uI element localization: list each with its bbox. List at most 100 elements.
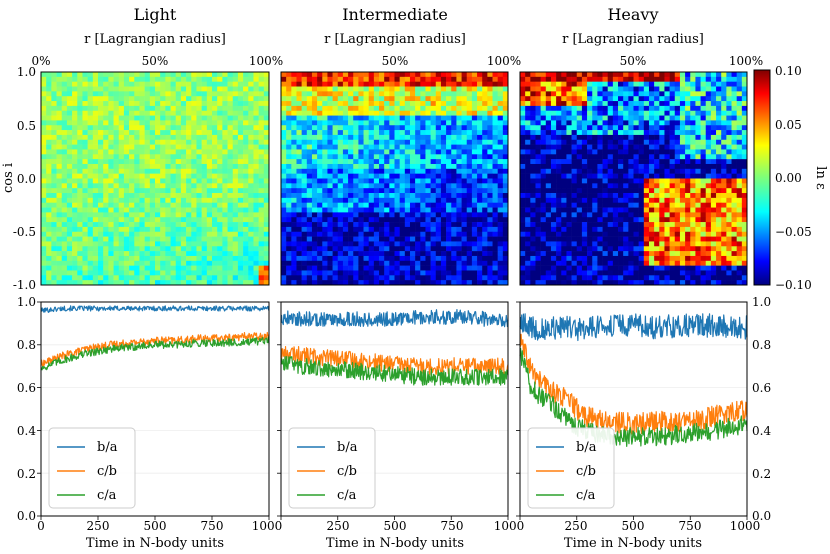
heatmap-cell xyxy=(497,144,504,150)
heatmap-cell xyxy=(191,105,197,112)
heatmap-cell xyxy=(664,130,670,136)
heatmap-cell xyxy=(306,275,313,281)
heatmap-cell xyxy=(175,72,182,78)
heatmap-cell xyxy=(175,115,182,121)
heatmap-cell xyxy=(710,72,717,78)
heatmap-cell xyxy=(206,154,213,160)
heatmap-cell xyxy=(263,183,270,189)
heatmap-cell xyxy=(482,236,488,242)
heatmap-cell xyxy=(82,105,88,112)
heatmap-cell xyxy=(263,72,270,78)
heatmap-cell xyxy=(373,183,380,189)
heatmap-cell xyxy=(409,168,416,174)
heatmap-cell xyxy=(545,101,552,107)
heatmap-cell xyxy=(258,159,265,165)
heatmap-cell xyxy=(170,173,177,179)
heatmap-cell xyxy=(741,144,748,150)
heatmap-cell xyxy=(311,188,318,194)
heatmap-cell xyxy=(263,217,270,223)
heatmap-cell xyxy=(306,91,313,97)
heatmap-cell xyxy=(206,255,213,262)
heatmap-cell xyxy=(451,139,457,145)
heatmap-cell xyxy=(180,168,187,174)
heatmap-cell xyxy=(258,72,265,78)
heatmap-cell xyxy=(61,149,68,155)
heatmap-cell xyxy=(51,101,57,107)
heatmap-cell xyxy=(461,86,468,92)
heatmap-cell xyxy=(425,251,431,257)
heatmap-cell xyxy=(118,231,125,237)
heatmap-cell xyxy=(726,125,732,131)
heatmap-cell xyxy=(263,222,270,228)
heatmap-cell xyxy=(139,183,145,189)
heatmap-cell xyxy=(103,202,109,208)
heatmap-cell xyxy=(253,183,259,189)
heatmap-cell xyxy=(487,178,493,184)
heatmap-cell xyxy=(540,86,547,92)
heatmap-cell xyxy=(311,72,318,78)
heatmap-cell xyxy=(98,222,104,228)
heatmap-cell xyxy=(535,144,541,150)
heatmap-cell xyxy=(123,193,130,199)
heatmap-cell xyxy=(301,159,308,165)
heatmap-cell xyxy=(482,188,488,194)
heatmap-cell xyxy=(222,251,228,257)
heatmap-cell xyxy=(113,178,120,184)
heatmap-cell xyxy=(550,163,557,170)
heatmap-cell xyxy=(461,212,468,218)
heatmap-cell xyxy=(550,173,557,179)
heatmap-cell xyxy=(196,81,202,87)
heatmap-cell xyxy=(222,202,228,208)
heatmap-cell xyxy=(301,231,308,237)
heatmap-cell xyxy=(550,120,557,126)
heatmap-cell xyxy=(358,101,364,107)
heatmap-cell xyxy=(108,144,114,150)
heatmap-cell xyxy=(92,212,99,218)
heatmap-cell xyxy=(103,139,109,145)
heatmap-cell xyxy=(456,149,462,155)
heatmap-cell xyxy=(358,139,364,145)
heatmap-cell xyxy=(535,105,541,112)
heatmap-cell xyxy=(92,270,99,276)
heatmap-cell xyxy=(41,115,47,121)
heatmap-cell xyxy=(103,120,109,126)
heatmap-cell xyxy=(263,251,270,257)
heatmap-cell xyxy=(736,81,743,87)
heatmap-cell xyxy=(87,217,94,223)
heatmap-cell xyxy=(139,149,145,155)
heatmap-cell xyxy=(353,130,359,136)
heatmap-cell xyxy=(149,163,156,170)
heatmap-cell xyxy=(103,96,109,102)
heatmap-cell xyxy=(535,110,541,116)
heatmap-cell xyxy=(144,226,151,233)
heatmap-cell xyxy=(695,163,701,170)
heatmap-cell xyxy=(358,251,364,257)
heatmap-cell xyxy=(487,231,493,237)
heatmap-cell xyxy=(556,120,562,126)
heatmap-cell xyxy=(212,193,218,199)
heatmap-cell xyxy=(664,159,670,165)
heatmap-cell xyxy=(301,134,308,141)
heatmap-cell xyxy=(643,144,650,150)
heatmap-cell xyxy=(451,251,457,257)
heatmap-cell xyxy=(201,125,208,131)
heatmap-cell xyxy=(311,241,318,247)
heatmap-cell xyxy=(415,91,421,97)
heatmap-cell xyxy=(545,159,552,165)
heatmap-cell xyxy=(248,251,254,257)
heatmap-cell xyxy=(311,105,318,112)
heatmap-cell xyxy=(61,76,68,82)
heatmap-cell xyxy=(669,139,676,145)
heatmap-cell xyxy=(394,275,400,281)
heatmap-cell xyxy=(129,231,135,237)
heatmap-cell xyxy=(358,226,364,233)
heatmap-cell xyxy=(638,173,645,179)
heatmap-cell xyxy=(217,154,223,160)
heatmap-cell xyxy=(61,115,68,121)
heatmap-cell xyxy=(540,120,547,126)
heatmap-cell xyxy=(118,202,125,208)
heatmap-cell xyxy=(160,149,166,155)
heatmap-cell xyxy=(296,91,302,97)
heatmap-cell xyxy=(139,260,145,266)
heatmap-cell xyxy=(227,96,234,102)
